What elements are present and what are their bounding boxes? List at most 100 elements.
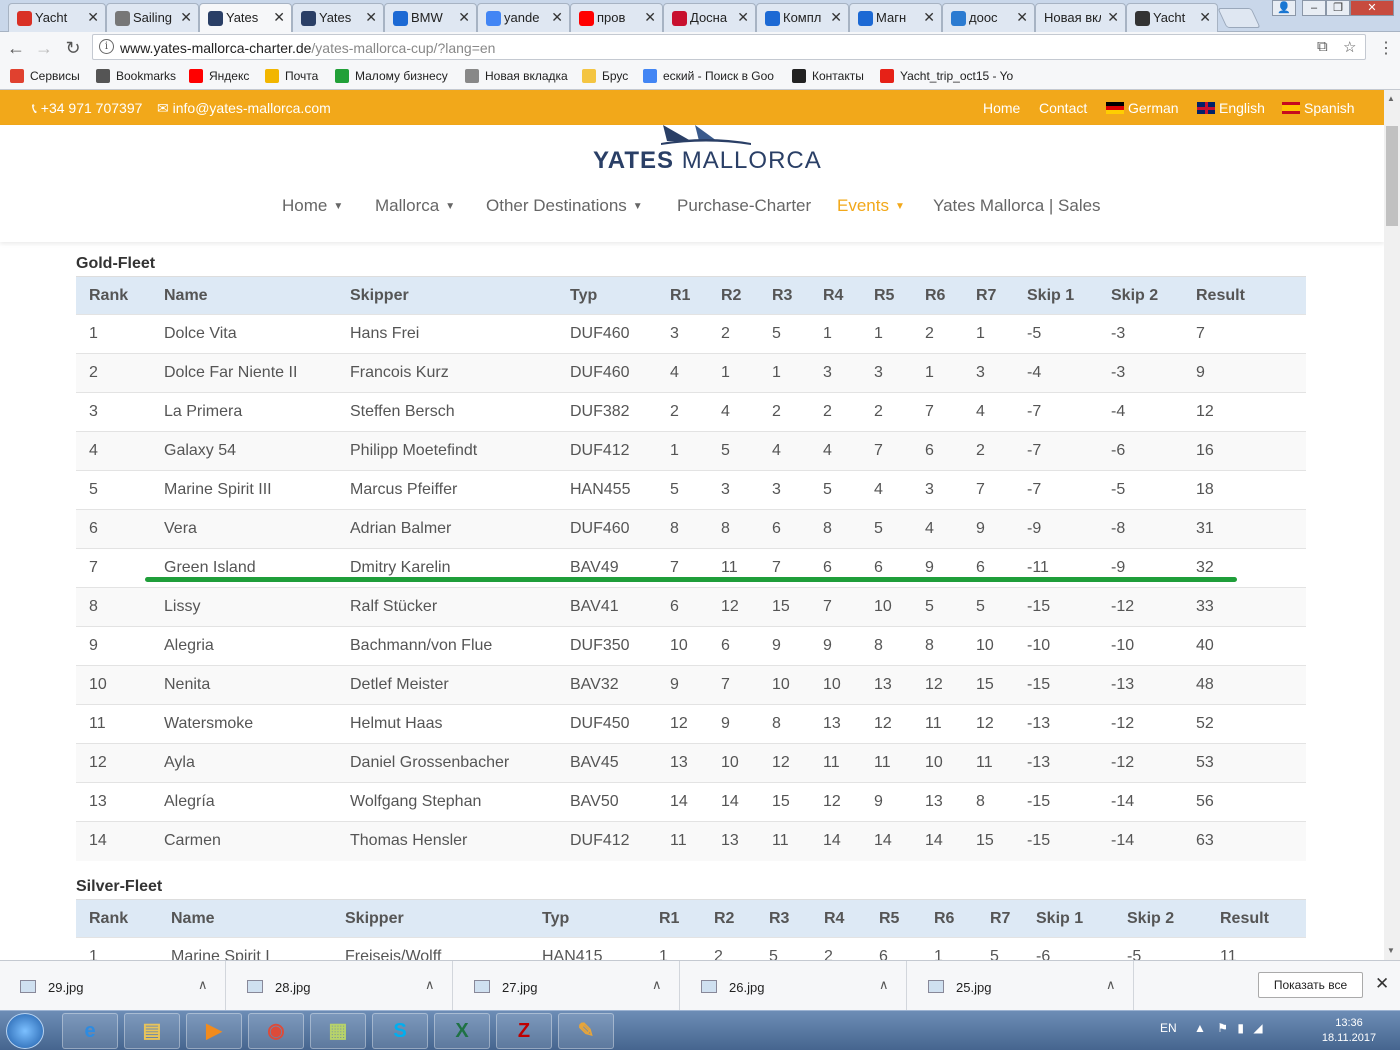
- bookmark-item[interactable]: Почта: [265, 69, 318, 83]
- browser-tab[interactable]: yande ✕: [477, 3, 570, 32]
- site-logo[interactable]: YATES MALLORCA: [593, 125, 821, 174]
- close-downloads-icon[interactable]: ✕: [1375, 974, 1389, 994]
- bookmark-item[interactable]: Сервисы: [10, 69, 80, 83]
- folder-icon[interactable]: ▦: [310, 1013, 366, 1049]
- language-indicator[interactable]: EN: [1160, 1021, 1177, 1035]
- close-tab-icon[interactable]: ✕: [87, 9, 99, 26]
- download-item[interactable]: 27.jpg ∧: [454, 961, 680, 1011]
- browser-tab[interactable]: Yates ✕: [199, 3, 292, 32]
- download-item[interactable]: 29.jpg ∧: [0, 961, 226, 1011]
- volume-icon[interactable]: ◢: [1253, 1021, 1262, 1035]
- system-clock[interactable]: 13:36 18.11.2017: [1318, 1016, 1380, 1046]
- menu-icon[interactable]: ⋮: [1378, 38, 1394, 58]
- nav-item[interactable]: Mallorca ▼: [375, 196, 455, 216]
- close-tab-icon[interactable]: ✕: [1107, 9, 1119, 26]
- nav-item[interactable]: Events ▼: [837, 196, 905, 216]
- browser-tab[interactable]: доос ✕: [942, 3, 1035, 32]
- bookmark-item[interactable]: Яндекс: [189, 69, 249, 83]
- chevron-up-icon[interactable]: ∧: [198, 977, 208, 993]
- table-header-cell: R4: [823, 276, 874, 315]
- chevron-up-icon[interactable]: ∧: [1106, 977, 1116, 993]
- bookmark-item[interactable]: Брус: [582, 69, 628, 83]
- close-tab-icon[interactable]: ✕: [458, 9, 470, 26]
- minimize-icon[interactable]: –: [1302, 0, 1326, 16]
- nav-item[interactable]: Other Destinations ▼: [486, 196, 643, 216]
- scroll-down-icon[interactable]: ▼: [1387, 946, 1395, 955]
- info-icon[interactable]: i: [99, 39, 114, 54]
- nav-item[interactable]: Yates Mallorca | Sales: [933, 196, 1101, 216]
- tab-title: Yacht: [35, 10, 68, 25]
- browser-tab[interactable]: пров ✕: [570, 3, 663, 32]
- start-button[interactable]: [6, 1013, 44, 1049]
- close-tab-icon[interactable]: ✕: [273, 9, 285, 26]
- close-window-icon[interactable]: ✕: [1350, 0, 1394, 16]
- chevron-up-icon[interactable]: ∧: [879, 977, 889, 993]
- back-icon[interactable]: ←: [6, 38, 26, 59]
- chrome-icon[interactable]: ◉: [248, 1013, 304, 1049]
- chevron-up-icon[interactable]: ∧: [425, 977, 435, 993]
- ie-icon[interactable]: e: [62, 1013, 118, 1049]
- close-tab-icon[interactable]: ✕: [365, 9, 377, 26]
- bookmark-star-icon[interactable]: ☆: [1343, 38, 1356, 56]
- media-player-icon[interactable]: ▶: [186, 1013, 242, 1049]
- tab-title: Yates: [226, 10, 259, 25]
- lang-german-link[interactable]: German: [1106, 100, 1179, 116]
- browser-tab[interactable]: Новая вкл ✕: [1035, 3, 1126, 32]
- close-tab-icon[interactable]: ✕: [830, 9, 842, 26]
- chevron-up-icon[interactable]: ∧: [652, 977, 662, 993]
- download-item[interactable]: 25.jpg ∧: [908, 961, 1134, 1011]
- phone-link[interactable]: 📞︎ +34 971 707397: [32, 100, 142, 117]
- topbar-contact-link[interactable]: Contact: [1039, 100, 1087, 116]
- close-tab-icon[interactable]: ✕: [644, 9, 656, 26]
- browser-tab[interactable]: Yacht ✕: [1126, 3, 1218, 32]
- nav-item[interactable]: Home ▼: [282, 196, 343, 216]
- browser-tab[interactable]: Компл ✕: [756, 3, 849, 32]
- download-item[interactable]: 26.jpg ∧: [681, 961, 907, 1011]
- lang-english-link[interactable]: English: [1197, 100, 1265, 116]
- tray-expand-icon[interactable]: ▲: [1194, 1021, 1206, 1035]
- scrollbar-thumb[interactable]: [1386, 126, 1398, 226]
- close-tab-icon[interactable]: ✕: [551, 9, 563, 26]
- page-scrollbar[interactable]: ▲ ▼: [1384, 90, 1400, 960]
- image-file-icon: [474, 980, 490, 993]
- user-icon[interactable]: 👤: [1272, 0, 1296, 16]
- bookmark-item[interactable]: Новая вкладка: [465, 69, 568, 83]
- bookmark-item[interactable]: Контакты: [792, 69, 864, 83]
- browser-tab[interactable]: Магн ✕: [849, 3, 942, 32]
- excel-icon[interactable]: X: [434, 1013, 490, 1049]
- close-tab-icon[interactable]: ✕: [1199, 9, 1211, 26]
- bookmark-label: еский - Поиск в Goo: [663, 69, 774, 83]
- lang-spanish-link[interactable]: Spanish: [1282, 100, 1355, 116]
- browser-tab[interactable]: BMW ✕: [384, 3, 477, 32]
- close-tab-icon[interactable]: ✕: [1016, 9, 1028, 26]
- topbar-home-link[interactable]: Home: [983, 100, 1020, 116]
- scroll-up-icon[interactable]: ▲: [1387, 94, 1395, 103]
- browser-tab[interactable]: Досна ✕: [663, 3, 756, 32]
- bookmark-item[interactable]: Малому бизнесу: [335, 69, 448, 83]
- reload-icon[interactable]: ↻: [63, 38, 83, 59]
- email-link[interactable]: ✉ info@yates-mallorca.com: [157, 100, 331, 117]
- network-icon[interactable]: ▮: [1237, 1021, 1244, 1035]
- bookmark-item[interactable]: Bookmarks: [96, 69, 176, 83]
- browser-tab[interactable]: Yacht ✕: [8, 3, 106, 32]
- nav-item[interactable]: Purchase-Charter: [677, 196, 811, 216]
- explorer-icon[interactable]: ▤: [124, 1013, 180, 1049]
- close-tab-icon[interactable]: ✕: [923, 9, 935, 26]
- translate-icon[interactable]: ⧉: [1317, 38, 1328, 55]
- flag-icon[interactable]: ⚑: [1217, 1021, 1228, 1035]
- address-bar[interactable]: i www.yates-mallorca-charter.de/yates-ma…: [92, 34, 1366, 60]
- browser-tab[interactable]: Yates ✕: [292, 3, 384, 32]
- bookmark-item[interactable]: еский - Поиск в Goo: [643, 69, 774, 83]
- close-tab-icon[interactable]: ✕: [737, 9, 749, 26]
- paint-icon[interactable]: ✎: [558, 1013, 614, 1049]
- close-tab-icon[interactable]: ✕: [180, 9, 192, 26]
- download-item[interactable]: 28.jpg ∧: [227, 961, 453, 1011]
- table-cell: -12: [1111, 587, 1196, 627]
- bookmark-item[interactable]: Yacht_trip_oct15 - Yo: [880, 69, 1013, 83]
- browser-tab[interactable]: Sailing ✕: [106, 3, 199, 32]
- skype-icon[interactable]: S: [372, 1013, 428, 1049]
- forward-icon[interactable]: →: [34, 38, 54, 59]
- restore-icon[interactable]: ❐: [1326, 0, 1350, 16]
- filezilla-icon[interactable]: Z: [496, 1013, 552, 1049]
- show-all-downloads-button[interactable]: Показать все: [1258, 972, 1363, 998]
